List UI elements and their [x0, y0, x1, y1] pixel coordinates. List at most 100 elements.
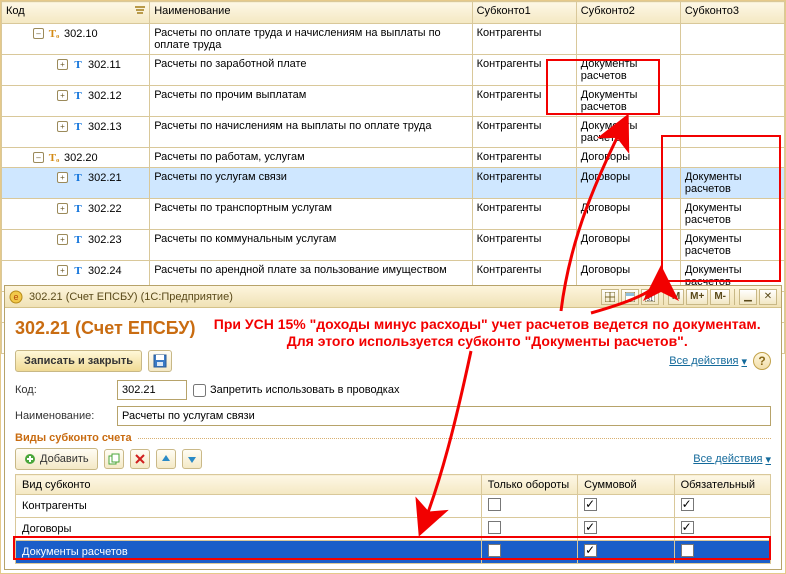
- col-header-sub3[interactable]: Субконто3: [680, 2, 784, 24]
- subkonto-req-cell[interactable]: [674, 495, 770, 518]
- copy-icon: [108, 453, 120, 465]
- add-button[interactable]: Добавить: [15, 448, 98, 470]
- all-actions-link[interactable]: Все действия▾: [669, 355, 747, 368]
- cell-s3: [680, 86, 784, 117]
- expand-icon[interactable]: +: [57, 265, 68, 276]
- form-window: e 302.21 (Счет ЕПСБУ) (1С:Предприятие) 3…: [4, 285, 782, 570]
- code-input[interactable]: [117, 380, 187, 400]
- subkonto-table[interactable]: Вид субконто Только обороты Суммовой Обя…: [15, 474, 771, 564]
- subk-col-kind[interactable]: Вид субконто: [16, 475, 482, 495]
- expand-icon[interactable]: +: [57, 172, 68, 183]
- table-row[interactable]: –Tₒ302.20Расчеты по работам, услугамКонт…: [2, 148, 785, 168]
- cell-name: Расчеты по работам, услугам: [150, 148, 472, 168]
- cell-s2: Документы расчетов: [576, 117, 680, 148]
- titlebar-mminus[interactable]: M-: [710, 289, 730, 305]
- move-up-button[interactable]: [156, 449, 176, 469]
- table-row[interactable]: +T302.23Расчеты по коммунальным услугамК…: [2, 230, 785, 261]
- expand-icon[interactable]: +: [57, 203, 68, 214]
- cell-s1: Контрагенты: [472, 168, 576, 199]
- col-header-sub2[interactable]: Субконто2: [576, 2, 680, 24]
- col-header-code[interactable]: Код: [2, 2, 150, 24]
- account-code: 302.12: [88, 90, 122, 102]
- checkbox-icon[interactable]: [681, 544, 694, 557]
- subkonto-req-cell[interactable]: [674, 518, 770, 541]
- forbid-posting-checkbox[interactable]: Запретить использовать в проводках: [193, 384, 399, 397]
- titlebar-close[interactable]: ✕: [759, 289, 777, 305]
- copy-button[interactable]: [104, 449, 124, 469]
- titlebar-calc-icon[interactable]: [621, 289, 639, 305]
- subkonto-turn-cell[interactable]: [481, 518, 577, 541]
- cell-name: Расчеты по оплате труда и начислениям на…: [150, 24, 472, 55]
- subkonto-row[interactable]: Документы расчетов: [16, 541, 771, 564]
- titlebar-calendar-icon[interactable]: 31: [641, 289, 659, 305]
- account-icon: T: [71, 89, 85, 102]
- subkonto-sum-cell[interactable]: [578, 495, 674, 518]
- expand-icon[interactable]: +: [57, 121, 68, 132]
- forbid-posting-label: Запретить использовать в проводках: [210, 384, 399, 396]
- subkonto-req-cell[interactable]: [674, 541, 770, 564]
- cell-name: Расчеты по заработной плате: [150, 55, 472, 86]
- checkbox-icon[interactable]: [584, 498, 597, 511]
- checkbox-icon[interactable]: [584, 544, 597, 557]
- subk-col-sum[interactable]: Суммовой: [578, 475, 674, 495]
- titlebar-grid-icon[interactable]: [601, 289, 619, 305]
- save-and-close-button[interactable]: Записать и закрыть: [15, 350, 142, 372]
- cell-s2: Договоры: [576, 199, 680, 230]
- expand-icon[interactable]: +: [57, 234, 68, 245]
- subkonto-row[interactable]: Договоры: [16, 518, 771, 541]
- checkbox-icon[interactable]: [681, 498, 694, 511]
- cell-s1: Контрагенты: [472, 230, 576, 261]
- subk-col-turn[interactable]: Только обороты: [481, 475, 577, 495]
- help-button[interactable]: ?: [753, 352, 771, 370]
- account-code: 302.21: [88, 172, 122, 184]
- name-input[interactable]: [117, 406, 771, 426]
- checkbox-icon[interactable]: [488, 544, 501, 557]
- save-button[interactable]: [148, 350, 172, 372]
- expand-icon[interactable]: +: [57, 59, 68, 70]
- subkonto-row[interactable]: Контрагенты: [16, 495, 771, 518]
- checkbox-icon[interactable]: [488, 521, 501, 534]
- move-down-button[interactable]: [182, 449, 202, 469]
- all-actions-link-2[interactable]: Все действия▾: [693, 453, 771, 466]
- table-row[interactable]: +T302.11Расчеты по заработной платеКонтр…: [2, 55, 785, 86]
- chevron-down-icon: ▾: [765, 453, 771, 466]
- checkbox-icon[interactable]: [584, 521, 597, 534]
- cell-name: Расчеты по прочим выплатам: [150, 86, 472, 117]
- subk-col-req[interactable]: Обязательный: [674, 475, 770, 495]
- table-row[interactable]: +T302.21Расчеты по услугам связиКонтраге…: [2, 168, 785, 199]
- table-row[interactable]: +T302.13Расчеты по начислениям на выплат…: [2, 117, 785, 148]
- subkonto-sum-cell[interactable]: [578, 541, 674, 564]
- forbid-posting-checkbox-input[interactable]: [193, 384, 206, 397]
- expand-icon[interactable]: +: [57, 90, 68, 101]
- account-code: 302.20: [64, 152, 98, 164]
- collapse-icon[interactable]: –: [33, 152, 44, 163]
- subkonto-sum-cell[interactable]: [578, 518, 674, 541]
- checkbox-icon[interactable]: [681, 521, 694, 534]
- delete-icon: [134, 453, 146, 465]
- collapse-icon[interactable]: –: [33, 28, 44, 39]
- col-header-sub1[interactable]: Субконто1: [472, 2, 576, 24]
- cell-s2: Договоры: [576, 148, 680, 168]
- col-header-name[interactable]: Наименование: [150, 2, 472, 24]
- account-code: 302.10: [64, 28, 98, 40]
- table-row[interactable]: –Tₒ302.10Расчеты по оплате труда и начис…: [2, 24, 785, 55]
- subkonto-turn-cell[interactable]: [481, 541, 577, 564]
- form-titlebar: e 302.21 (Счет ЕПСБУ) (1С:Предприятие) 3…: [5, 286, 781, 308]
- checkbox-icon[interactable]: [488, 498, 501, 511]
- subkonto-turn-cell[interactable]: [481, 495, 577, 518]
- table-row[interactable]: +T302.22Расчеты по транспортным услугамК…: [2, 199, 785, 230]
- account-code: 302.23: [88, 234, 122, 246]
- delete-button[interactable]: [130, 449, 150, 469]
- plus-icon: [24, 453, 36, 465]
- account-code: 302.22: [88, 203, 122, 215]
- form-title: 302.21 (Счет ЕПСБУ) (1С:Предприятие): [29, 291, 595, 303]
- table-row[interactable]: +T302.12Расчеты по прочим выплатамКонтра…: [2, 86, 785, 117]
- cell-s2: Договоры: [576, 230, 680, 261]
- titlebar-m[interactable]: M: [668, 289, 684, 305]
- cell-s3: Документы расчетов: [680, 230, 784, 261]
- titlebar-minimize[interactable]: ▁: [739, 289, 757, 305]
- titlebar-mplus[interactable]: M+: [686, 289, 708, 305]
- account-code: 302.24: [88, 265, 122, 277]
- section-subkonto-heading: Виды субконто счета: [15, 432, 771, 444]
- cell-name: Расчеты по услугам связи: [150, 168, 472, 199]
